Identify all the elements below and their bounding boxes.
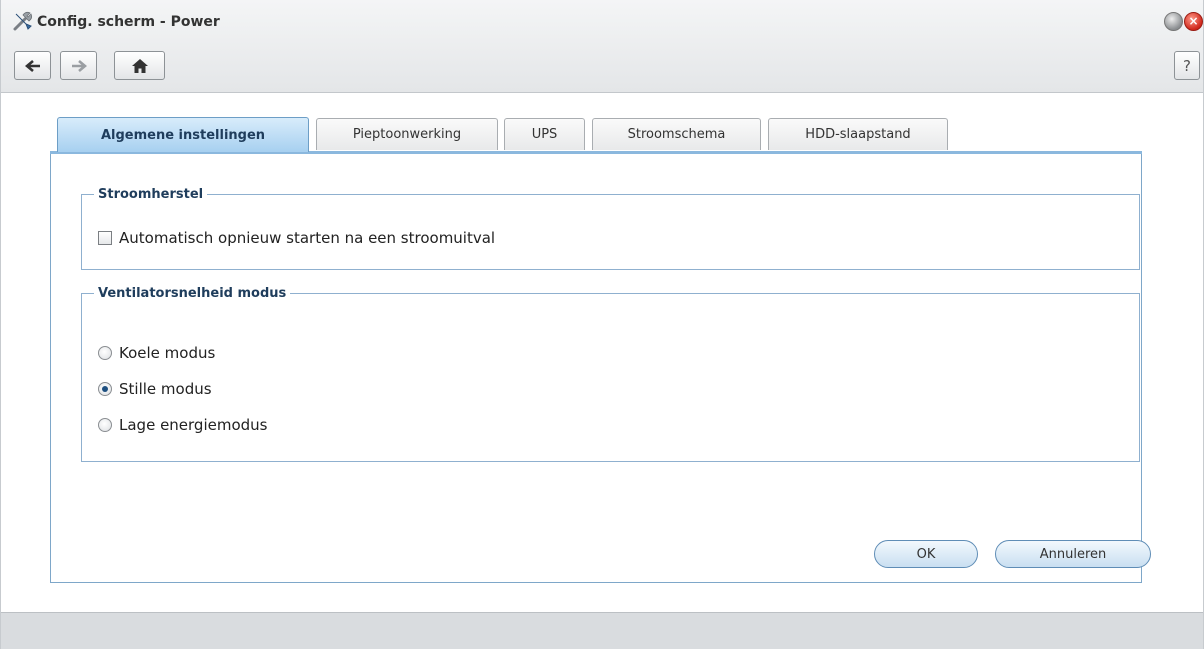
minimize-icon[interactable] [1164, 12, 1183, 31]
ok-button[interactable]: OK [874, 540, 978, 568]
tools-icon [12, 10, 34, 32]
title-bar: Config. scherm - Power × ? [1, 0, 1203, 93]
fan-speed-group: Ventilatorsnelheid modus [81, 286, 1140, 462]
tab-general-settings[interactable]: Algemene instellingen [57, 117, 309, 152]
fan-option-cool[interactable]: Koele modus [98, 344, 215, 362]
auto-restart-label: Automatisch opnieuw starten na een stroo… [119, 229, 496, 247]
low-energy-mode-radio[interactable] [98, 418, 112, 432]
help-button[interactable]: ? [1174, 51, 1200, 80]
low-energy-mode-label: Lage energiemodus [119, 416, 268, 434]
window-title: Config. scherm - Power [37, 14, 220, 30]
fan-option-quiet[interactable]: Stille modus [98, 380, 212, 398]
home-button[interactable] [114, 51, 165, 80]
fan-option-low-energy[interactable]: Lage energiemodus [98, 416, 267, 434]
auto-restart-checkbox[interactable] [98, 231, 112, 245]
arrow-right-icon [71, 59, 87, 72]
quiet-mode-label: Stille modus [119, 380, 212, 398]
forward-button[interactable] [60, 51, 97, 80]
cancel-button[interactable]: Annuleren [995, 540, 1151, 568]
arrow-left-icon [24, 59, 40, 72]
power-recovery-legend: Stroomherstel [98, 187, 204, 202]
cool-mode-radio[interactable] [98, 346, 112, 360]
close-icon[interactable]: × [1184, 12, 1203, 31]
config-window: Config. scherm - Power × ? Algemene inst… [0, 0, 1204, 649]
tab-beep[interactable]: Pieptoonwerking [316, 118, 498, 150]
tab-power-schedule[interactable]: Stroomschema [592, 118, 761, 150]
fan-speed-legend: Ventilatorsnelheid modus [98, 286, 287, 301]
tab-hdd-hibernation[interactable]: HDD-slaapstand [768, 118, 948, 150]
auto-restart-option[interactable]: Automatisch opnieuw starten na een stroo… [98, 229, 495, 247]
home-icon [131, 58, 148, 73]
cool-mode-label: Koele modus [119, 344, 216, 362]
tab-ups[interactable]: UPS [504, 118, 585, 150]
quiet-mode-radio[interactable] [98, 382, 112, 396]
back-button[interactable] [14, 51, 51, 80]
status-bar [1, 612, 1203, 649]
